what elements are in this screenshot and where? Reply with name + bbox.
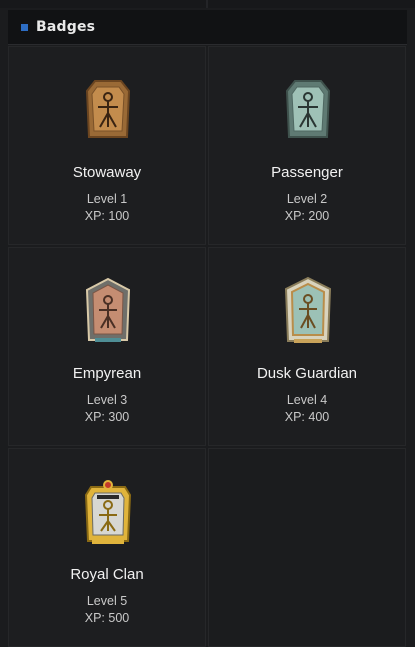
badge-name: Dusk Guardian [256,365,358,382]
badge-card-stowaway[interactable]: Stowaway Level 1 XP: 100 [8,46,206,245]
badge-xp: XP: 200 [284,209,330,223]
section-bullet-icon [21,23,28,31]
empyrean-badge-icon [85,277,131,342]
badge-xp: XP: 100 [84,209,130,223]
badges-grid: Stowaway Level 1 XP: 100 Passenger Level… [8,46,406,647]
badge-name: Royal Clan [70,566,144,583]
badge-card-empyrean[interactable]: Empyrean Level 3 XP: 300 [8,247,206,446]
badge-name: Empyrean [72,365,142,382]
badge-name: Passenger [271,164,343,181]
badge-xp: XP: 500 [84,611,130,625]
badges-section-header: Badges [8,10,407,45]
badge-level: Level 3 [86,393,128,407]
badge-xp: XP: 300 [84,410,130,424]
badge-level: Level 1 [86,192,128,206]
badge-name: Stowaway [72,164,142,181]
top-divider [206,0,208,8]
badge-level: Level 5 [86,594,128,608]
passenger-badge-icon [285,80,331,138]
badge-xp: XP: 400 [284,410,330,424]
top-strip [0,0,415,8]
royal-clan-badge-icon [84,480,132,544]
empty-grid-cell [208,448,406,647]
section-title: Badges [36,19,96,35]
badge-card-royal-clan[interactable]: Royal Clan Level 5 XP: 500 [8,448,206,647]
badge-level: Level 4 [286,393,328,407]
stowaway-badge-icon [85,80,131,138]
badge-card-dusk-guardian[interactable]: Dusk Guardian Level 4 XP: 400 [208,247,406,446]
dusk-guardian-badge-icon [284,276,332,343]
badge-card-passenger[interactable]: Passenger Level 2 XP: 200 [208,46,406,245]
badge-level: Level 2 [286,192,328,206]
